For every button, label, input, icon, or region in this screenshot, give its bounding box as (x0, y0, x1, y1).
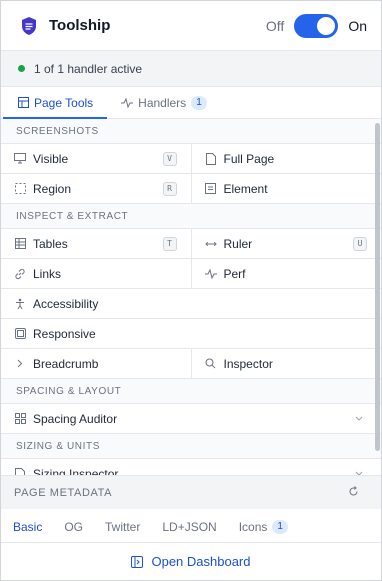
status-text: 1 of 1 handler active (34, 61, 143, 76)
tool-label: Responsive (33, 326, 96, 341)
tool-element[interactable]: Element (190, 174, 382, 203)
section-inspect-extract: INSPECT & EXTRACT (1, 204, 381, 229)
tool-label: Ruler (223, 236, 253, 251)
meta-tab-label: Icons (238, 520, 268, 534)
meta-tab-icons[interactable]: Icons 1 (239, 520, 288, 534)
status-dot-icon (18, 65, 25, 72)
tool-label: Region (33, 181, 72, 196)
main-tabs: Page Tools Handlers 1 (1, 87, 381, 119)
dashboard-panel-icon (131, 555, 144, 568)
tool-row: Breadcrumb Inspector (1, 349, 381, 379)
file-icon (14, 467, 26, 475)
selection-icon (14, 183, 26, 195)
tool-label: Accessibility (33, 296, 99, 311)
accessibility-icon (14, 298, 26, 310)
tool-full-page[interactable]: Full Page (190, 144, 382, 173)
page-metadata-header[interactable]: PAGE METADATA (1, 475, 381, 509)
scrollbar[interactable] (375, 123, 380, 451)
meta-tab-basic[interactable]: Basic (13, 520, 42, 534)
shortcut-key: R (162, 181, 177, 196)
shortcut-key: V (162, 151, 177, 166)
tool-row: Visible V Full Page (1, 144, 381, 174)
tool-label: Tables (33, 236, 68, 251)
devices-icon (14, 328, 26, 340)
section-screenshots: SCREENSHOTS (1, 119, 381, 144)
enable-toggle[interactable] (294, 13, 339, 38)
toggle-off-label: Off (265, 17, 285, 34)
open-dashboard-label: Open Dashboard (151, 554, 251, 569)
tool-region[interactable]: Region R (1, 174, 191, 203)
open-dashboard-button[interactable]: Open Dashboard (1, 542, 381, 580)
tool-label: Links (33, 266, 62, 281)
meta-tab-twitter[interactable]: Twitter (105, 520, 140, 534)
element-icon (205, 183, 217, 195)
link-icon (14, 268, 26, 280)
tool-label: Sizing Inspector (33, 466, 119, 476)
tab-handlers[interactable]: Handlers 1 (107, 87, 221, 118)
metadata-tabs: Basic OG Twitter LD+JSON Icons 1 (1, 511, 381, 543)
section-spacing-layout: SPACING & LAYOUT (1, 379, 381, 404)
tab-page-tools[interactable]: Page Tools (3, 87, 108, 119)
tab-label: Handlers (138, 95, 187, 110)
tool-row: Responsive (1, 319, 381, 349)
tool-label: Breadcrumb (33, 356, 99, 371)
search-icon (205, 358, 217, 370)
tools-list[interactable]: SCREENSHOTS Visible V Full Page Region R… (1, 119, 381, 475)
tool-perf[interactable]: Perf (190, 259, 382, 288)
refresh-icon[interactable] (348, 485, 359, 500)
activity-icon (204, 268, 217, 280)
grid-icon (14, 413, 26, 425)
tool-row: Tables T Ruler U (1, 229, 381, 259)
table-icon (14, 238, 26, 250)
monitor-icon (14, 153, 26, 165)
tool-ruler[interactable]: Ruler U (190, 229, 382, 258)
tool-label: Full Page (223, 151, 275, 166)
tool-label: Spacing Auditor (33, 411, 118, 426)
tool-responsive[interactable]: Responsive (1, 319, 381, 348)
tool-visible[interactable]: Visible V (1, 144, 191, 173)
header: Toolship Off On (1, 1, 381, 51)
tool-label: Visible (33, 151, 69, 166)
meta-tab-og[interactable]: OG (64, 520, 83, 534)
shield-logo-icon (18, 15, 40, 37)
extension-popup: Toolship Off On 1 of 1 handler active Pa… (0, 0, 382, 581)
enable-toggle-group: Off On (265, 13, 367, 38)
file-icon (205, 152, 217, 165)
shortcut-key: T (162, 236, 177, 251)
icons-count-badge: 1 (272, 520, 288, 534)
tool-breadcrumb[interactable]: Breadcrumb (1, 349, 191, 378)
tool-label: Perf (223, 266, 246, 281)
tool-links[interactable]: Links (1, 259, 191, 288)
toggle-knob (317, 16, 336, 35)
page-metadata-title: PAGE METADATA (14, 486, 113, 499)
tool-row: Links Perf (1, 259, 381, 289)
tool-label: Element (223, 181, 268, 196)
status-bar: 1 of 1 handler active (1, 51, 381, 87)
tool-tables[interactable]: Tables T (1, 229, 191, 258)
tool-sizing-inspector[interactable]: Sizing Inspector (1, 459, 381, 475)
tool-accessibility[interactable]: Accessibility (1, 289, 381, 318)
ruler-arrows-icon (204, 238, 217, 250)
section-sizing-units: SIZING & UNITS (1, 434, 381, 459)
chevron-down-icon (355, 468, 363, 475)
toggle-on-label: On (348, 17, 367, 34)
shortcut-key: U (353, 236, 367, 251)
tab-label: Page Tools (34, 95, 94, 110)
tool-row: Spacing Auditor (1, 404, 381, 434)
tool-row: Sizing Inspector (1, 459, 381, 475)
activity-icon (121, 97, 134, 109)
tool-label: Inspector (223, 356, 273, 371)
meta-tab-ld-json[interactable]: LD+JSON (162, 520, 216, 534)
app-title: Toolship (49, 17, 111, 34)
tool-row: Accessibility (1, 289, 381, 319)
tool-row: Region R Element (1, 174, 381, 204)
chevron-down-icon (355, 413, 363, 424)
table-icon (17, 97, 29, 109)
tool-inspector[interactable]: Inspector (190, 349, 382, 378)
tool-spacing-auditor[interactable]: Spacing Auditor (1, 404, 381, 433)
handlers-count-badge: 1 (191, 95, 207, 110)
chevron-right-icon (14, 358, 26, 370)
